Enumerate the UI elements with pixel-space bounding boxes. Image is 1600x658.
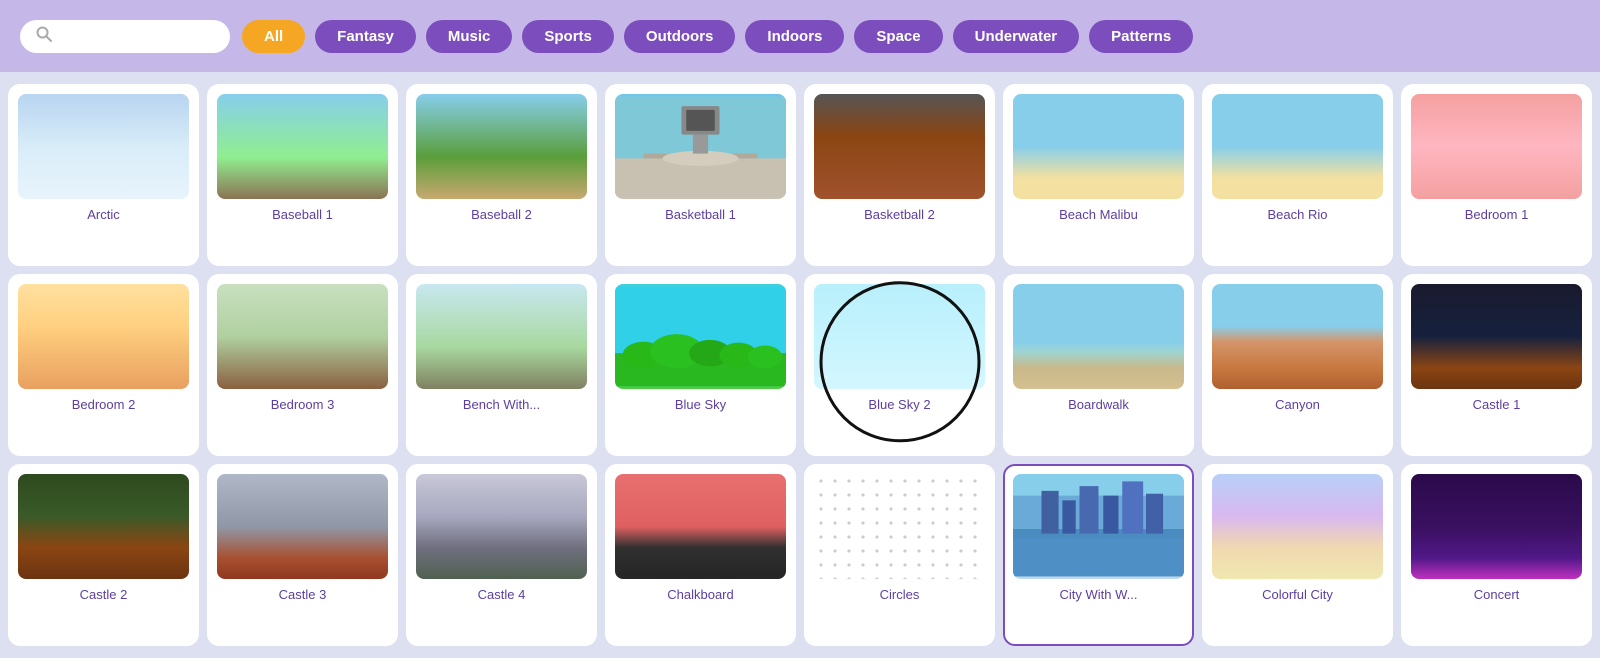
backdrop-item-beachmalibu[interactable]: Beach Malibu <box>1003 84 1194 266</box>
backdrop-item-bluesky2[interactable]: Blue Sky 2 <box>804 274 995 456</box>
backdrop-thumb-benchwith <box>416 284 587 389</box>
backdrop-thumb-basketball1 <box>615 94 786 199</box>
backdrop-label-bedroom2: Bedroom 2 <box>18 397 189 412</box>
backdrop-thumb-bedroom2 <box>18 284 189 389</box>
backdrop-thumb-chalkboard <box>615 474 786 579</box>
backdrop-label-boardwalk: Boardwalk <box>1013 397 1184 412</box>
backdrop-item-bedroom2[interactable]: Bedroom 2 <box>8 274 199 456</box>
backdrop-label-basketball2: Basketball 2 <box>814 207 985 222</box>
backdrop-label-bedroom1: Bedroom 1 <box>1411 207 1582 222</box>
backdrop-thumb-castle4 <box>416 474 587 579</box>
backdrop-item-chalkboard[interactable]: Chalkboard <box>605 464 796 646</box>
backdrop-label-bedroom3: Bedroom 3 <box>217 397 388 412</box>
backdrop-thumb-bluesky <box>615 284 786 389</box>
filter-buttons: All Fantasy Music Sports Outdoors Indoors Spac… <box>242 20 1193 53</box>
backdrop-label-colorfulcity: Colorful City <box>1212 587 1383 602</box>
backdrop-item-beachrio[interactable]: Beach Rio <box>1202 84 1393 266</box>
backdrop-item-benchwith[interactable]: Bench With... <box>406 274 597 456</box>
backdrop-thumb-baseball1 <box>217 94 388 199</box>
filter-btn-fantasy[interactable]: Fantasy <box>315 20 416 53</box>
backdrop-thumb-boardwalk <box>1013 284 1184 389</box>
backdrop-label-chalkboard: Chalkboard <box>615 587 786 602</box>
backdrop-grid: Arctic Baseball 1 Baseball 2 Basketball 1 B… <box>0 72 1600 658</box>
backdrop-item-boardwalk[interactable]: Boardwalk <box>1003 274 1194 456</box>
backdrop-item-castle4[interactable]: Castle 4 <box>406 464 597 646</box>
backdrop-item-bluesky[interactable]: Blue Sky <box>605 274 796 456</box>
backdrop-thumb-bluesky2 <box>814 284 985 389</box>
backdrop-thumb-colorfulcity <box>1212 474 1383 579</box>
backdrop-label-bluesky2: Blue Sky 2 <box>814 397 985 412</box>
backdrop-thumb-castle2 <box>18 474 189 579</box>
search-icon <box>36 26 52 47</box>
header: All Fantasy Music Sports Outdoors Indoors Spac… <box>0 0 1600 72</box>
backdrop-label-baseball1: Baseball 1 <box>217 207 388 222</box>
backdrop-thumb-castle1 <box>1411 284 1582 389</box>
backdrop-item-basketball1[interactable]: Basketball 1 <box>605 84 796 266</box>
filter-btn-underwater[interactable]: Underwater <box>953 20 1080 53</box>
backdrop-thumb-beachrio <box>1212 94 1383 199</box>
backdrop-label-castle2: Castle 2 <box>18 587 189 602</box>
filter-btn-all[interactable]: All <box>242 20 305 53</box>
backdrop-label-castle3: Castle 3 <box>217 587 388 602</box>
backdrop-label-castle4: Castle 4 <box>416 587 587 602</box>
backdrop-label-beachmalibu: Beach Malibu <box>1013 207 1184 222</box>
backdrop-thumb-baseball2 <box>416 94 587 199</box>
grid-row-2: Castle 2 Castle 3 Castle 4 Chalkboard Circle… <box>8 464 1592 646</box>
filter-btn-space[interactable]: Space <box>854 20 942 53</box>
backdrop-item-baseball2[interactable]: Baseball 2 <box>406 84 597 266</box>
backdrop-item-castle2[interactable]: Castle 2 <box>8 464 199 646</box>
backdrop-thumb-arctic <box>18 94 189 199</box>
backdrop-item-circles[interactable]: Circles <box>804 464 995 646</box>
backdrop-thumb-circles <box>814 474 985 579</box>
filter-btn-sports[interactable]: Sports <box>522 20 614 53</box>
backdrop-thumb-citywithw <box>1013 474 1184 579</box>
backdrop-label-castle1: Castle 1 <box>1411 397 1582 412</box>
filter-btn-patterns[interactable]: Patterns <box>1089 20 1193 53</box>
backdrop-item-arctic[interactable]: Arctic <box>8 84 199 266</box>
backdrop-item-citywithw[interactable]: City With W... <box>1003 464 1194 646</box>
backdrop-thumb-beachmalibu <box>1013 94 1184 199</box>
backdrop-label-bluesky: Blue Sky <box>615 397 786 412</box>
backdrop-item-bedroom1[interactable]: Bedroom 1 <box>1401 84 1592 266</box>
filter-btn-music[interactable]: Music <box>426 20 513 53</box>
backdrop-label-basketball1: Basketball 1 <box>615 207 786 222</box>
backdrop-item-baseball1[interactable]: Baseball 1 <box>207 84 398 266</box>
backdrop-item-castle3[interactable]: Castle 3 <box>207 464 398 646</box>
backdrop-item-concert[interactable]: Concert <box>1401 464 1592 646</box>
backdrop-item-canyon[interactable]: Canyon <box>1202 274 1393 456</box>
filter-btn-indoors[interactable]: Indoors <box>745 20 844 53</box>
backdrop-label-arctic: Arctic <box>18 207 189 222</box>
backdrop-item-castle1[interactable]: Castle 1 <box>1401 274 1592 456</box>
backdrop-label-benchwith: Bench With... <box>416 397 587 412</box>
backdrop-label-citywithw: City With W... <box>1013 587 1184 602</box>
backdrop-thumb-basketball2 <box>814 94 985 199</box>
backdrop-label-circles: Circles <box>814 587 985 602</box>
backdrop-thumb-concert <box>1411 474 1582 579</box>
backdrop-label-canyon: Canyon <box>1212 397 1383 412</box>
backdrop-thumb-castle3 <box>217 474 388 579</box>
backdrop-label-baseball2: Baseball 2 <box>416 207 587 222</box>
backdrop-thumb-bedroom1 <box>1411 94 1582 199</box>
backdrop-label-beachrio: Beach Rio <box>1212 207 1383 222</box>
backdrop-thumb-canyon <box>1212 284 1383 389</box>
backdrop-thumb-bedroom3 <box>217 284 388 389</box>
filter-btn-outdoors[interactable]: Outdoors <box>624 20 736 53</box>
backdrop-item-bedroom3[interactable]: Bedroom 3 <box>207 274 398 456</box>
search-container <box>20 20 230 53</box>
grid-row-1: Bedroom 2 Bedroom 3 Bench With... Blue Sky… <box>8 274 1592 456</box>
grid-row-0: Arctic Baseball 1 Baseball 2 Basketball 1 B… <box>8 84 1592 266</box>
search-input[interactable] <box>60 28 200 45</box>
backdrop-item-colorfulcity[interactable]: Colorful City <box>1202 464 1393 646</box>
backdrop-label-concert: Concert <box>1411 587 1582 602</box>
backdrop-item-basketball2[interactable]: Basketball 2 <box>804 84 995 266</box>
